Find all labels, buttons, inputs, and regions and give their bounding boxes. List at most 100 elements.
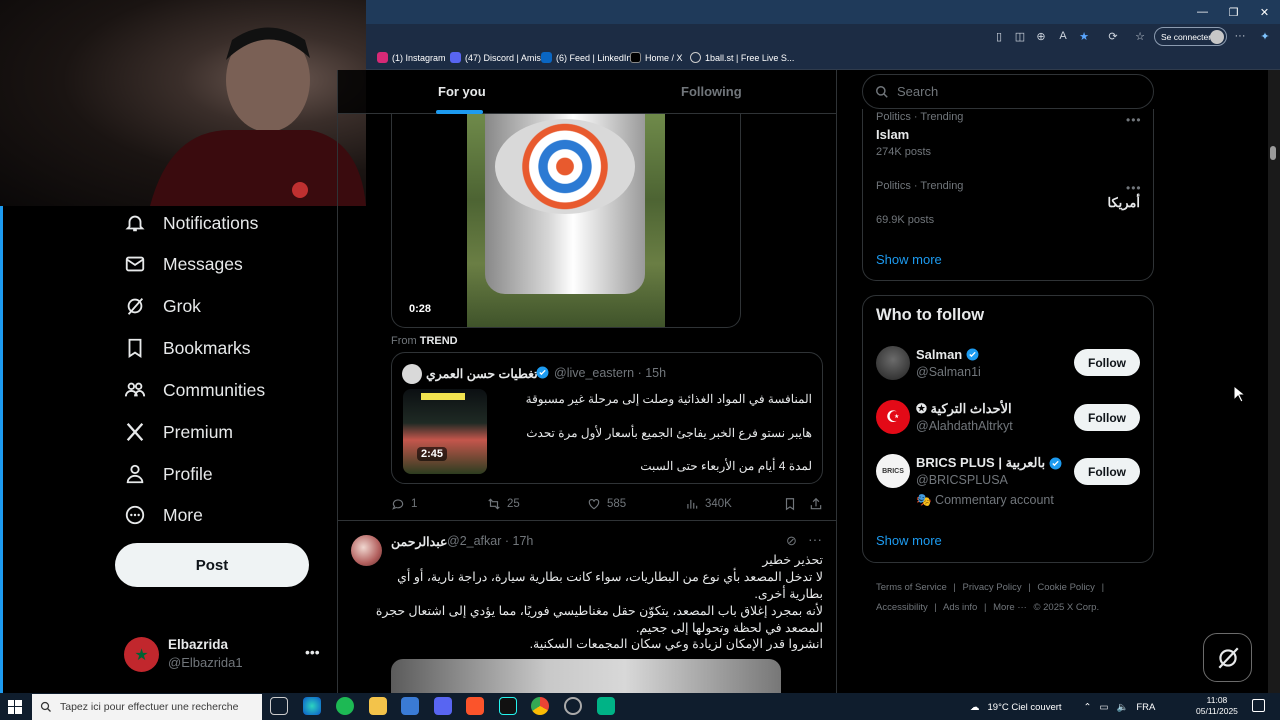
more-menu-icon[interactable]: ··· (1233, 29, 1247, 43)
volume-icon[interactable]: 🔈 (1116, 702, 1128, 713)
accessibility-link[interactable]: Accessibility (876, 602, 928, 613)
window-controls: — ❐ ✕ (1187, 0, 1280, 24)
store-icon[interactable] (401, 697, 419, 715)
bookmark-discord[interactable]: (47) Discord | Amis (450, 52, 541, 63)
chrome-icon[interactable] (531, 697, 549, 715)
verified-badge-icon (966, 348, 979, 361)
follow-button[interactable]: Follow (1074, 404, 1140, 431)
chevron-up-icon[interactable]: ⌃ (1084, 702, 1092, 713)
spotify-icon[interactable] (336, 697, 354, 715)
close-icon[interactable]: ✕ (1249, 0, 1280, 24)
footer-more-link[interactable]: More ··· (993, 602, 1027, 613)
trend-item-name[interactable]: Islam (876, 127, 909, 142)
more-circle-icon (125, 505, 145, 525)
more-dots-icon[interactable]: ··· (808, 531, 822, 547)
file-explorer-icon[interactable] (369, 697, 387, 715)
post-button[interactable]: Post (115, 543, 309, 587)
share-button[interactable] (809, 497, 823, 511)
nav-profile[interactable]: Profile (124, 456, 213, 492)
signin-button[interactable]: Se connecter (1154, 27, 1227, 46)
grok-icon[interactable]: ⊘ (786, 533, 797, 549)
repost-button[interactable]: 25 (487, 497, 520, 511)
scrollbar-thumb[interactable] (1270, 146, 1276, 160)
read-aloud-icon[interactable]: A (1056, 29, 1070, 43)
follow-button[interactable]: Follow (1074, 458, 1140, 485)
follow-user-handle: @BRICSPLUSA (916, 473, 1008, 487)
avatar: ★ (124, 637, 159, 672)
more-dots-icon[interactable]: ••• (1126, 113, 1142, 127)
ads-info-link[interactable]: Ads info (943, 602, 977, 613)
trends-show-more-link[interactable]: Show more (876, 252, 942, 267)
copilot-icon[interactable]: ✦ (1258, 29, 1272, 43)
zoom-icon[interactable]: ⊕ (1034, 29, 1048, 43)
obs-icon[interactable] (564, 697, 582, 715)
post-media[interactable] (391, 659, 781, 693)
cookie-link[interactable]: Cookie Policy (1037, 582, 1095, 593)
reply-button[interactable]: 1 (391, 497, 417, 511)
more-dots-icon[interactable]: ••• (1126, 181, 1142, 195)
instagram-icon (377, 52, 388, 63)
windows-start-icon[interactable] (8, 700, 22, 714)
account-switcher[interactable]: ★ Elbazrida @Elbazrida1 ••• (124, 632, 324, 678)
app-icon[interactable] (597, 697, 615, 715)
reading-view-icon[interactable]: ▯ (992, 29, 1006, 43)
search-input[interactable]: Search (862, 74, 1154, 109)
clock[interactable]: 11:08 05/11/2025 (1196, 695, 1238, 717)
post-actions: 1 25 585 340K (391, 496, 823, 512)
follow-button[interactable]: Follow (1074, 349, 1140, 376)
envelope-icon (125, 256, 145, 272)
favorites-icon[interactable]: ☆ (1133, 29, 1147, 43)
quote-video-thumbnail[interactable]: 2:45 (403, 389, 487, 474)
nav-communities[interactable]: Communities (124, 372, 265, 408)
taskbar-search-input[interactable]: Tapez ici pour effectuer une recherche (32, 694, 262, 720)
bookmark-instagram[interactable]: (1) Instagram (377, 52, 446, 63)
privacy-link[interactable]: Privacy Policy (963, 582, 1022, 593)
discord-icon[interactable] (434, 697, 452, 715)
terms-link[interactable]: Terms of Service (876, 582, 947, 593)
lang-indicator[interactable]: FRA (1136, 702, 1155, 713)
scrollbar[interactable] (1268, 70, 1280, 693)
restore-icon[interactable]: ❐ (1218, 0, 1249, 24)
nav-notifications[interactable]: Notifications (124, 205, 258, 241)
post-author-name[interactable]: عبدالرحمن (391, 534, 447, 549)
extensions-icon[interactable]: ⟳ (1106, 29, 1120, 43)
who-to-follow-show-more-link[interactable]: Show more (876, 533, 942, 548)
network-icon[interactable]: ▭ (1100, 702, 1109, 713)
tiktok-icon[interactable] (499, 697, 517, 715)
follow-user-name[interactable]: الأحداث التركية ✪ (916, 401, 1012, 417)
nav-grok[interactable]: Grok (124, 288, 201, 324)
more-dots-icon[interactable]: ••• (305, 644, 320, 660)
bookmark-button[interactable] (783, 497, 797, 511)
follow-user-name[interactable]: BRICS PLUS | بالعربية (916, 455, 1062, 471)
video-player[interactable]: 0:28 (391, 114, 741, 328)
follow-user-name[interactable]: Salman (916, 347, 979, 362)
avatar[interactable] (351, 535, 382, 566)
weather-text[interactable]: 19°C Ciel couvert (988, 702, 1062, 713)
nav-messages[interactable]: Messages (124, 246, 243, 282)
notifications-icon[interactable] (1252, 699, 1265, 712)
immersive-reader-icon[interactable]: ◫ (1013, 29, 1027, 43)
grok-floating-button[interactable] (1203, 633, 1252, 682)
bookmark-x[interactable]: Home / X (630, 52, 683, 63)
nav-more[interactable]: More (124, 497, 203, 533)
tab-for-you[interactable]: For you (438, 84, 486, 99)
favorite-star-icon[interactable]: ★ (1077, 29, 1091, 43)
trend-item-name[interactable]: أمريكا (1107, 195, 1140, 211)
tab-following[interactable]: Following (681, 84, 742, 99)
bookmark-linkedin[interactable]: (6) Feed | LinkedIn (541, 52, 631, 63)
source-link[interactable]: TREND (420, 335, 458, 347)
views-button[interactable]: 340K (685, 497, 732, 511)
task-view-icon[interactable] (270, 697, 288, 715)
bookmark-icon (785, 498, 795, 511)
edge-icon[interactable] (303, 697, 321, 715)
nav-premium[interactable]: Premium (124, 414, 233, 450)
brave-icon[interactable] (466, 697, 484, 715)
quoted-post[interactable]: تغطيات حسن العمري @live_eastern · 15h 2:… (391, 352, 823, 484)
avatar[interactable] (876, 346, 910, 380)
bookmark-1ball[interactable]: 1ball.st | Free Live S... (690, 52, 794, 63)
avatar[interactable]: BRICS (876, 454, 910, 488)
nav-bookmarks[interactable]: Bookmarks (124, 330, 251, 366)
avatar[interactable]: ☪ (876, 400, 910, 434)
minimize-icon[interactable]: — (1187, 0, 1218, 24)
like-button[interactable]: 585 (587, 497, 626, 511)
